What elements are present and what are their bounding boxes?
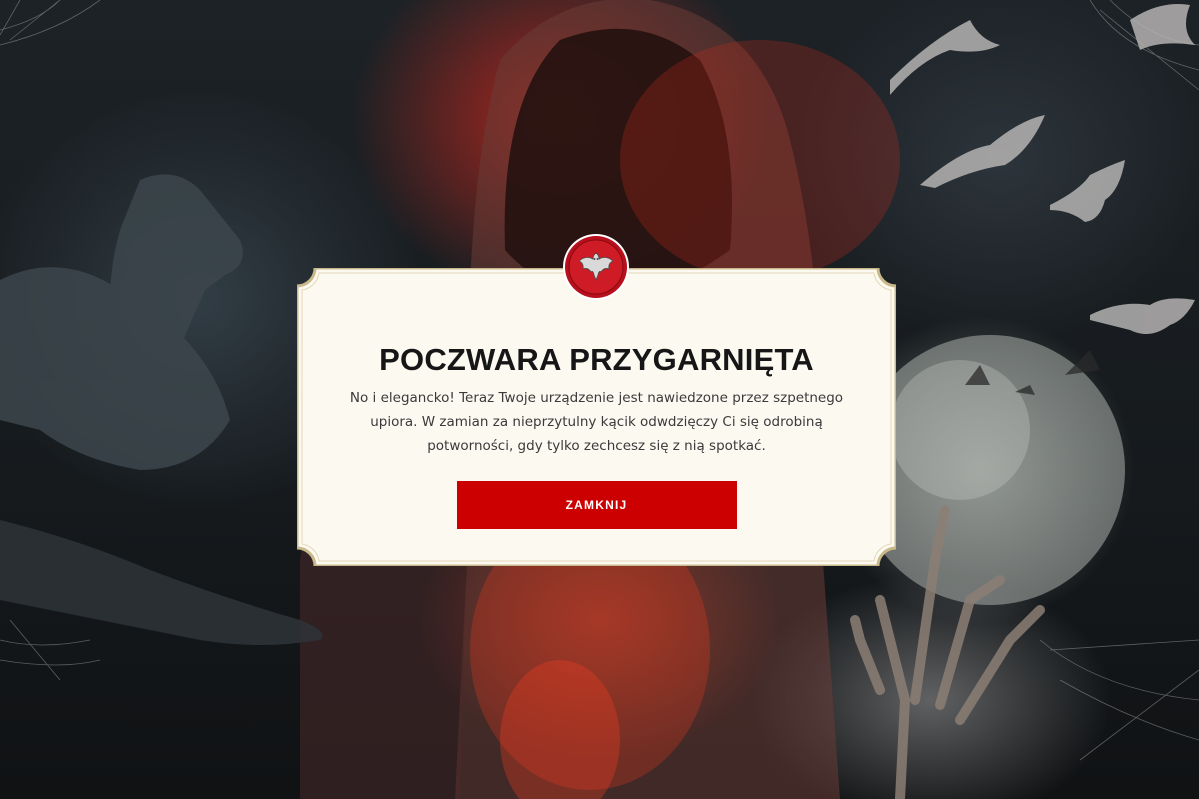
success-modal: POCZWARA PRZYGARNIĘTA No i elegancko! Te… (297, 234, 896, 566)
halloween-background: POCZWARA PRZYGARNIĘTA No i elegancko! Te… (0, 0, 1199, 799)
monster-hand (0, 174, 323, 645)
close-button[interactable]: ZAMKNIJ (456, 481, 737, 529)
bats (890, 4, 1195, 395)
modal-message: No i elegancko! Teraz Twoje urządzenie j… (349, 390, 844, 454)
bat-logo-icon (562, 233, 630, 301)
modal-title: POCZWARA PRZYGARNIĘTA (379, 342, 814, 377)
modal-content: POCZWARA PRZYGARNIĘTA No i elegancko! Te… (317, 340, 876, 529)
